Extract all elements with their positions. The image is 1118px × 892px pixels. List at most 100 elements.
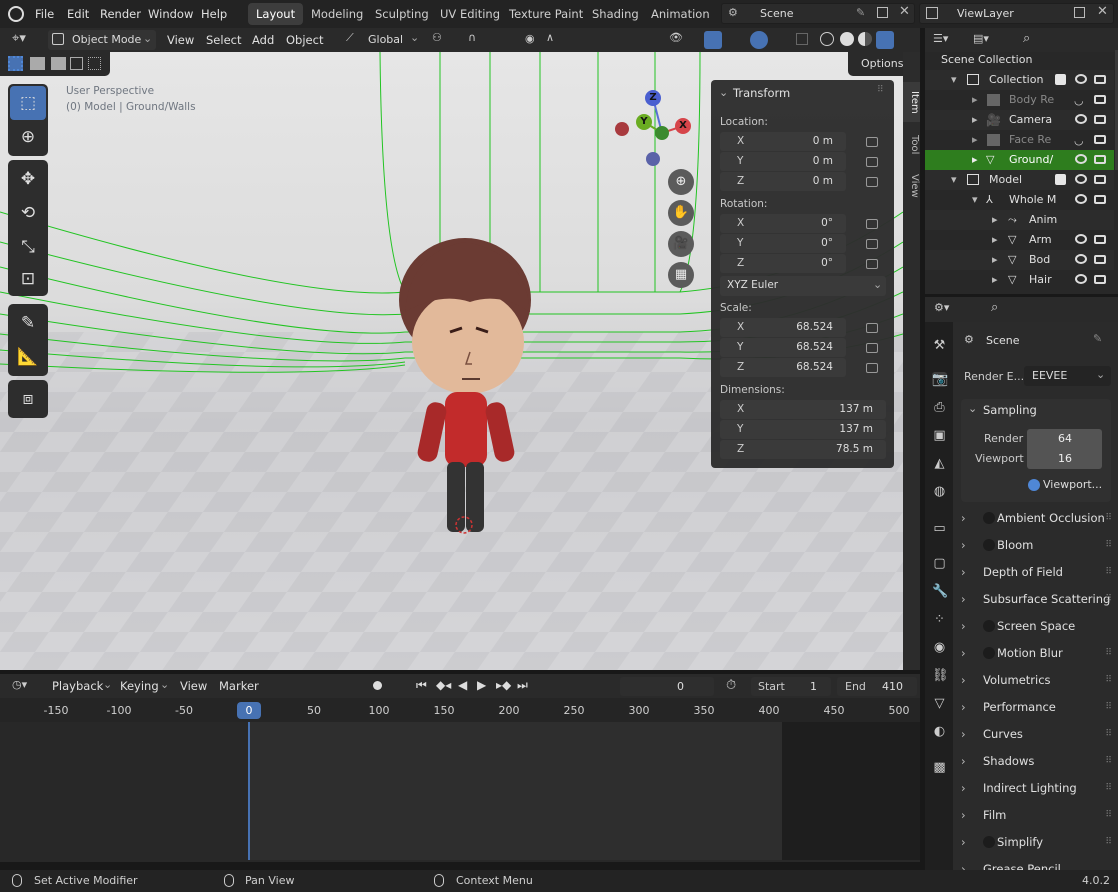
lock-icon[interactable]: [866, 157, 878, 167]
scene-selector[interactable]: ⚙ Scene ✎ ✕: [721, 3, 915, 24]
drag-handle-icon[interactable]: ⠿: [1105, 642, 1112, 664]
viewport-denoise-label[interactable]: Viewport...: [1043, 478, 1102, 491]
jump-start-icon[interactable]: ⏮: [416, 678, 427, 693]
section-performance[interactable]: › Performance ⠿: [961, 696, 1112, 718]
camera-icon[interactable]: [1094, 135, 1106, 144]
menu-file[interactable]: File: [29, 4, 60, 24]
playhead-frame-badge[interactable]: 0: [237, 702, 261, 719]
drag-handle-icon[interactable]: ⠿: [1105, 831, 1112, 853]
tab-animation[interactable]: Animation: [643, 3, 718, 25]
zoom-icon[interactable]: ⊕: [668, 169, 694, 195]
lock-icon[interactable]: [866, 177, 878, 187]
search-icon[interactable]: ⌕: [1023, 31, 1030, 46]
pin-icon[interactable]: ✎: [1093, 332, 1102, 345]
camera-icon[interactable]: [1094, 235, 1106, 244]
tab-item[interactable]: Item: [903, 82, 920, 122]
dimensions-z-field[interactable]: Z 78.5 m: [720, 440, 886, 459]
playhead-line[interactable]: [248, 722, 250, 860]
camera-view-icon[interactable]: 🎥: [668, 231, 694, 257]
display-mode-icon[interactable]: ▤▾: [973, 32, 989, 45]
scene-properties-icon[interactable]: ◭: [932, 456, 947, 471]
pin-icon[interactable]: ✎: [856, 6, 865, 19]
tab-modeling[interactable]: Modeling: [303, 3, 371, 25]
section-grease-pencil[interactable]: › Grease Pencil: [961, 858, 1111, 870]
eye-icon[interactable]: [1075, 174, 1087, 184]
drag-handle-icon[interactable]: ⠿: [1105, 804, 1112, 826]
drag-handle-icon[interactable]: ⠿: [1105, 669, 1112, 691]
eye-icon[interactable]: [1075, 74, 1087, 84]
copy-icon[interactable]: [1074, 7, 1085, 18]
eye-icon[interactable]: [1075, 194, 1087, 204]
tool-settings-icon[interactable]: ⚒: [932, 338, 947, 353]
menu-render[interactable]: Render: [94, 4, 147, 24]
add-cube-tool[interactable]: ⧈: [10, 382, 46, 416]
rendered-shading-icon[interactable]: [876, 31, 894, 49]
x-axis-handle[interactable]: X: [675, 118, 691, 134]
eye-closed-icon[interactable]: ◡: [1074, 131, 1084, 150]
tab-tool[interactable]: Tool: [903, 128, 920, 162]
section-ambient-occlusion[interactable]: › Ambient Occlusion ⠿: [961, 507, 1112, 529]
move-tool[interactable]: ✥: [10, 162, 46, 196]
output-properties-icon[interactable]: ⎙: [932, 400, 947, 415]
camera-icon[interactable]: [1094, 115, 1106, 124]
record-icon[interactable]: [373, 681, 382, 690]
object-properties-icon[interactable]: ▢: [932, 556, 947, 571]
measure-tool[interactable]: 📐: [10, 340, 46, 374]
eye-closed-icon[interactable]: ◡: [1074, 91, 1084, 110]
world-properties-icon[interactable]: ◍: [932, 484, 947, 499]
select-subtract-icon[interactable]: [51, 57, 66, 70]
play-icon[interactable]: ▶: [477, 678, 486, 692]
expand-arrow-icon[interactable]: ▾: [972, 190, 978, 210]
menu-window[interactable]: Window: [142, 4, 199, 24]
collapse-chevron-icon[interactable]: ⌄: [719, 86, 728, 99]
annotate-tool[interactable]: ✎: [10, 306, 46, 340]
section-indirect-lighting[interactable]: › Indirect Lighting ⠿: [961, 777, 1112, 799]
outliner-row-hair[interactable]: ▸ ▽ Hair: [925, 270, 1114, 290]
drag-handle-icon[interactable]: ⠿: [1105, 561, 1112, 583]
wireframe-shading-icon[interactable]: [820, 32, 834, 46]
menu-object[interactable]: Object: [280, 30, 329, 50]
expand-arrow-icon[interactable]: ▸: [992, 250, 998, 270]
expand-arrow-icon[interactable]: ▾: [951, 70, 957, 90]
tab-view[interactable]: View: [903, 168, 920, 204]
drag-handle-icon[interactable]: ⠿: [1105, 696, 1112, 718]
section-simplify[interactable]: › Simplify ⠿: [961, 831, 1112, 853]
render-engine-dropdown[interactable]: EEVEE ⌄: [1024, 366, 1111, 386]
toggle-icon[interactable]: [983, 539, 995, 551]
drag-handle-icon[interactable]: ⠿: [1105, 534, 1112, 556]
gizmo-toggle-icon[interactable]: [704, 31, 722, 49]
outliner-row-ground-walls[interactable]: ▸ ▽ Ground/: [925, 150, 1114, 170]
cursor-tool[interactable]: ⊕: [10, 120, 46, 154]
outliner-row-arm[interactable]: ▸ ▽ Arm: [925, 230, 1114, 250]
proportional-edit-icon[interactable]: ◉: [525, 32, 535, 45]
dimensions-y-field[interactable]: Y 137 m: [720, 420, 886, 439]
outliner-row-body-ref[interactable]: ▸ Body Re ◡: [925, 90, 1114, 110]
rotation-y-field[interactable]: Y 0°: [720, 234, 846, 253]
expand-arrow-icon[interactable]: ▸: [992, 230, 998, 250]
outliner-editor-icon[interactable]: ☰▾: [933, 32, 948, 45]
camera-icon[interactable]: [1094, 275, 1106, 284]
tab-layout[interactable]: Layout: [248, 3, 304, 25]
menu-select[interactable]: Select: [200, 30, 247, 50]
timeline-ruler[interactable]: -150 -100 -50 0 50 100 150 200 250 300 3…: [0, 698, 920, 722]
orientation-dropdown[interactable]: Global: [368, 33, 403, 46]
section-motion-blur[interactable]: › Motion Blur ⠿: [961, 642, 1112, 664]
transform-tool[interactable]: ⊡: [10, 262, 46, 296]
options-button[interactable]: Options: [848, 52, 903, 76]
modifier-properties-icon[interactable]: 🔧: [932, 584, 948, 599]
denoise-toggle-icon[interactable]: [1028, 479, 1040, 491]
search-icon[interactable]: ⌕: [991, 300, 998, 315]
select-new-icon[interactable]: [8, 56, 23, 71]
next-keyframe-icon[interactable]: ▸◆: [496, 678, 511, 692]
data-properties-icon[interactable]: ▽: [932, 696, 947, 711]
tab-sculpting[interactable]: Sculpting: [367, 3, 437, 25]
mode-dropdown[interactable]: Object Mode ⌄: [48, 30, 156, 50]
copy-icon[interactable]: [877, 7, 888, 18]
menu-edit[interactable]: Edit: [61, 4, 95, 24]
select-box-tool[interactable]: ⬚: [10, 86, 46, 120]
select-invert-icon[interactable]: [70, 57, 83, 70]
play-reverse-icon[interactable]: ◀: [458, 678, 467, 692]
y-axis-handle[interactable]: Y: [636, 114, 652, 130]
physics-properties-icon[interactable]: ◉: [932, 640, 947, 655]
visibility-icon[interactable]: 👁: [669, 31, 683, 44]
